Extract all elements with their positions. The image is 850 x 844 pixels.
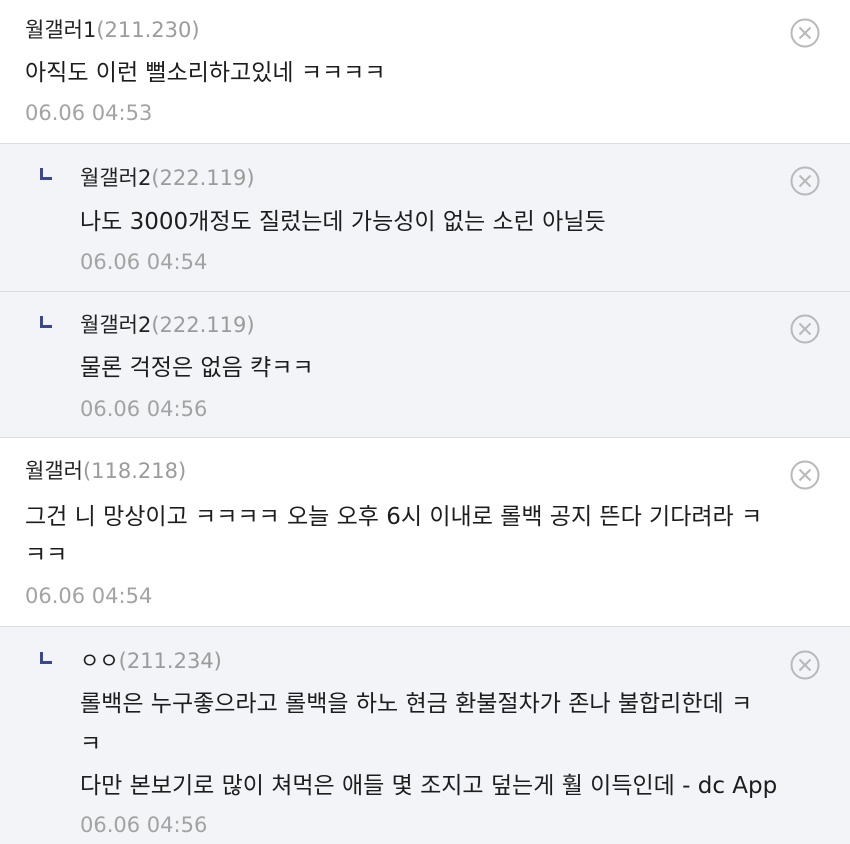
comment-ip: (222.119): [151, 313, 255, 337]
reply-arrow-icon: [40, 316, 52, 328]
close-circle-icon: [790, 650, 820, 680]
comment-text: 나도 3000개정도 질렀는데 가능성이 없는 소린 아닐듯: [80, 209, 606, 235]
delete-comment-button[interactable]: [790, 460, 820, 490]
comment-text: 그건 니 망상이고 ㅋㅋㅋㅋ 오늘 오후 6시 이내로 롤백 공지 뜬다 기다려…: [25, 504, 763, 530]
comment-ip: (211.230): [96, 18, 200, 42]
comment-list: 월갤러1(211.230) 아직도 이런 뻘소리하고있네 ㅋㅋㅋㅋ 06.06 …: [0, 0, 850, 844]
close-circle-icon: [790, 166, 820, 196]
comment-nickname[interactable]: 월갤러2: [80, 166, 151, 190]
comment-date: 06.06 04:53: [25, 101, 153, 125]
comment-text: 다만 본보기로 많이 쳐먹은 애들 몇 조지고 덮는게 훨 이득인데 - dc …: [80, 773, 778, 799]
comment-date: 06.06 04:56: [80, 813, 208, 837]
comment-nickname[interactable]: 월갤러1: [25, 18, 96, 42]
close-circle-icon: [790, 460, 820, 490]
comment-author: 월갤러2(222.119): [80, 309, 255, 341]
comment-ip: (222.119): [151, 166, 255, 190]
comment-author: 월갤러2(222.119): [80, 162, 255, 194]
comment-nickname[interactable]: 월갤러2: [80, 313, 151, 337]
reply-arrow-icon: [40, 168, 52, 180]
delete-comment-button[interactable]: [790, 166, 820, 196]
reply-item: 월갤러2(222.119) 나도 3000개정도 질렀는데 가능성이 없는 소린…: [0, 144, 850, 292]
comment-author: ㅇㅇ(211.234): [80, 645, 222, 677]
comment-nickname[interactable]: 월갤러: [25, 459, 83, 483]
comment-ip: (118.218): [82, 459, 187, 483]
comment-date: 06.06 04:56: [80, 397, 208, 421]
comment-author: 월갤러(118.218): [25, 455, 186, 487]
delete-comment-button[interactable]: [790, 650, 820, 680]
comment-text: 롤백은 누구좋으라고 롤백을 하노 현금 환불절차가 존나 불합리한데 ㅋ: [80, 691, 753, 717]
comment-date: 06.06 04:54: [25, 584, 153, 608]
delete-comment-button[interactable]: [790, 314, 820, 344]
comment-author: 월갤러1(211.230): [25, 14, 200, 46]
comment-text: 아직도 이런 뻘소리하고있네 ㅋㅋㅋㅋ: [25, 60, 386, 86]
comment-text: ㅋㅋ: [25, 542, 68, 568]
comment-item: 월갤러1(211.230) 아직도 이런 뻘소리하고있네 ㅋㅋㅋㅋ 06.06 …: [0, 0, 850, 144]
reply-item: 월갤러2(222.119) 물론 걱정은 없음 캭ㅋㅋ 06.06 04:56: [0, 292, 850, 438]
reply-item: ㅇㅇ(211.234) 롤백은 누구좋으라고 롤백을 하노 현금 환불절차가 존…: [0, 627, 850, 844]
reply-arrow-icon: [40, 652, 52, 664]
comment-date: 06.06 04:54: [80, 250, 208, 274]
close-circle-icon: [790, 18, 820, 48]
comment-text: 물론 걱정은 없음 캭ㅋㅋ: [80, 355, 314, 381]
comment-text: ㅋ: [80, 731, 102, 757]
delete-comment-button[interactable]: [790, 18, 820, 48]
close-circle-icon: [790, 314, 820, 344]
comment-ip: (211.234): [118, 649, 222, 673]
comment-nickname[interactable]: ㅇㅇ: [80, 649, 119, 673]
comment-item: 월갤러(118.218) 그건 니 망상이고 ㅋㅋㅋㅋ 오늘 오후 6시 이내로…: [0, 438, 850, 627]
